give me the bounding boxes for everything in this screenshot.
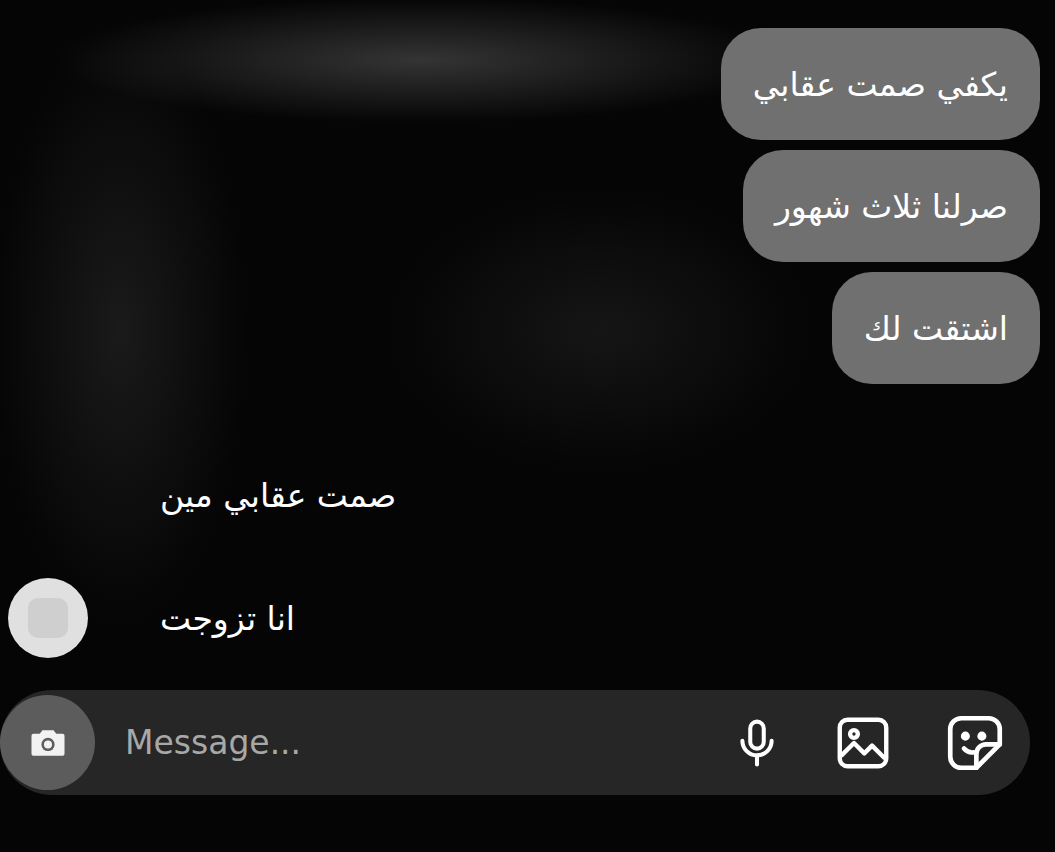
message-thread: يكفي صمت عقابيصرلنا ثلاث شهوراشتقت لك صم…: [0, 0, 1055, 690]
composer-actions: [730, 710, 1008, 776]
message-composer: Message...: [0, 690, 1030, 795]
camera-button[interactable]: [0, 695, 95, 790]
received-message[interactable]: انا تزوجت: [8, 578, 1040, 658]
avatar-icon[interactable]: [8, 578, 88, 658]
chat-screen: يكفي صمت عقابيصرلنا ثلاث شهوراشتقت لك صم…: [0, 0, 1055, 852]
received-message-text: انا تزوجت: [160, 599, 295, 638]
sent-message-bubble[interactable]: اشتقت لك: [832, 272, 1040, 384]
received-message-text: صمت عقابي مين: [160, 476, 396, 515]
received-messages: صمت عقابي مين انا تزوجت: [8, 455, 1040, 658]
sent-message-bubble[interactable]: صرلنا ثلاث شهور: [743, 150, 1040, 262]
sent-message-bubble[interactable]: يكفي صمت عقابي: [721, 28, 1040, 140]
received-message[interactable]: صمت عقابي مين: [8, 455, 1040, 535]
gallery-icon[interactable]: [832, 712, 894, 774]
camera-icon: [26, 721, 70, 765]
message-input[interactable]: Message...: [95, 723, 730, 762]
sent-messages: يكفي صمت عقابيصرلنا ثلاث شهوراشتقت لك: [8, 28, 1040, 384]
sticker-icon[interactable]: [942, 710, 1008, 776]
microphone-icon[interactable]: [730, 716, 784, 770]
